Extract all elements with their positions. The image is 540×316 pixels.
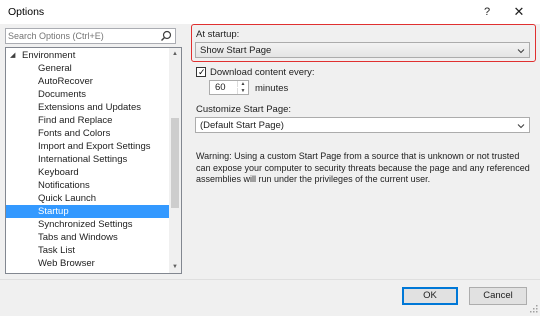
- tree-item-label: Extensions and Updates: [38, 102, 141, 113]
- tree-item-autorecover[interactable]: AutoRecover: [6, 75, 170, 88]
- resize-grip-icon[interactable]: [528, 303, 538, 313]
- tree-item-extensions-and-updates[interactable]: Extensions and Updates: [6, 101, 170, 114]
- customize-dropdown-value: (Default Start Page): [200, 120, 284, 131]
- checkmark-icon: ✓: [198, 67, 206, 77]
- tree-item-label: Environment: [22, 50, 76, 61]
- interval-spinner[interactable]: 60 ▲ ▼: [209, 80, 249, 95]
- tree-item-label: Keyboard: [38, 167, 79, 178]
- warning-text: Warning: Using a custom Start Page from …: [196, 151, 530, 184]
- tree-item-task-list[interactable]: Task List: [6, 244, 170, 257]
- customize-start-page-dropdown[interactable]: (Default Start Page): [195, 117, 530, 133]
- tree-item-label: Tabs and Windows: [38, 232, 118, 243]
- tree-item-general[interactable]: General: [6, 62, 170, 75]
- tree-item-environment[interactable]: ◢ Environment: [6, 49, 170, 62]
- startup-label: At startup:: [196, 29, 240, 40]
- tree-item-label: General: [38, 63, 72, 74]
- tree-partial-row: [6, 267, 170, 273]
- tree-item-label: Import and Export Settings: [38, 141, 151, 152]
- search-icon[interactable]: [160, 30, 172, 42]
- search-box[interactable]: [5, 28, 176, 44]
- scroll-up-arrow-icon[interactable]: ▲: [169, 48, 181, 60]
- tree-item-label: Quick Launch: [38, 193, 97, 204]
- startup-dropdown[interactable]: Show Start Page: [195, 42, 530, 58]
- tree-item-label: Synchronized Settings: [38, 219, 133, 230]
- search-input[interactable]: [8, 30, 158, 42]
- tree-item-label: Startup: [38, 206, 69, 217]
- customize-start-page-label: Customize Start Page:: [196, 104, 292, 115]
- scroll-thumb[interactable]: [171, 118, 179, 208]
- chevron-down-icon: [517, 124, 525, 129]
- expand-arrow-icon[interactable]: ◢: [10, 49, 15, 62]
- tree-scrollbar[interactable]: ▲ ▼: [169, 48, 181, 273]
- title-bar: [0, 0, 540, 24]
- tree-item-notifications[interactable]: Notifications: [6, 179, 170, 192]
- spin-up-arrow-icon[interactable]: ▲: [237, 81, 248, 87]
- options-tree[interactable]: ◢ Environment General AutoRecover Document…: [5, 47, 182, 274]
- tree-item-label: Notifications: [38, 180, 90, 191]
- tree-item-find-and-replace[interactable]: Find and Replace: [6, 114, 170, 127]
- tree-item-fonts-and-colors[interactable]: Fonts and Colors: [6, 127, 170, 140]
- tree-item-keyboard[interactable]: Keyboard: [6, 166, 170, 179]
- ok-button[interactable]: OK: [402, 287, 458, 305]
- button-bar: [0, 279, 540, 316]
- tree-item-label: AutoRecover: [38, 76, 93, 87]
- tree-item-label: Task List: [38, 245, 75, 256]
- scroll-down-arrow-icon[interactable]: ▼: [169, 261, 181, 273]
- tree-item-quick-launch[interactable]: Quick Launch: [6, 192, 170, 205]
- download-content-checkbox[interactable]: ✓: [196, 67, 206, 77]
- download-content-label[interactable]: Download content every:: [210, 67, 315, 78]
- tree-item-label: Fonts and Colors: [38, 128, 111, 139]
- tree-item-label: International Settings: [38, 154, 128, 165]
- close-button[interactable]: ✕: [510, 3, 528, 21]
- cancel-button[interactable]: Cancel: [469, 287, 527, 305]
- interval-value[interactable]: 60: [215, 82, 226, 93]
- help-button[interactable]: ?: [478, 3, 496, 21]
- tree-item-startup[interactable]: Startup: [6, 205, 170, 218]
- tree-item-documents[interactable]: Documents: [6, 88, 170, 101]
- tree-item-synchronized-settings[interactable]: Synchronized Settings: [6, 218, 170, 231]
- tree-item-import-and-export-settings[interactable]: Import and Export Settings: [6, 140, 170, 153]
- tree-item-label: Documents: [38, 89, 87, 100]
- spin-down-arrow-icon[interactable]: ▼: [237, 88, 248, 94]
- chevron-down-icon: [517, 49, 525, 54]
- tree-item-label: Find and Replace: [38, 115, 113, 126]
- tree-item-international-settings[interactable]: International Settings: [6, 153, 170, 166]
- interval-unit-label: minutes: [255, 83, 289, 94]
- window-title: Options: [8, 6, 45, 18]
- tree-item-tabs-and-windows[interactable]: Tabs and Windows: [6, 231, 170, 244]
- startup-dropdown-value: Show Start Page: [200, 45, 272, 56]
